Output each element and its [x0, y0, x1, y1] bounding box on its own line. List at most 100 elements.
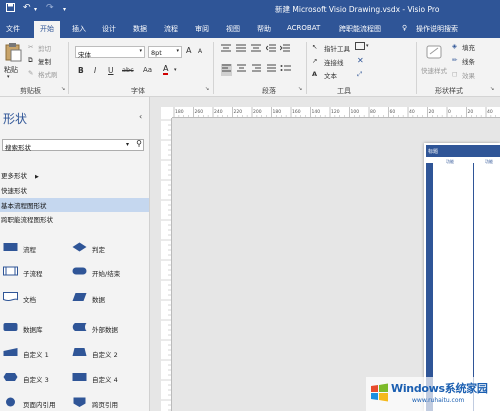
basic-flowchart-item[interactable]: 基本流程图形状: [0, 198, 149, 212]
drawing-page[interactable]: 标题 功能 功能: [424, 143, 500, 411]
undo-dropdown-icon[interactable]: ▾: [34, 6, 37, 13]
pointer-tool-icon[interactable]: ↖: [312, 43, 317, 51]
paste-dropdown-icon[interactable]: ▾: [7, 74, 10, 80]
data-icon: [72, 293, 87, 301]
rectangle-tool-icon[interactable]: [355, 42, 365, 52]
tab-design[interactable]: 设计: [102, 24, 116, 34]
database-shape[interactable]: 数据库: [3, 322, 63, 334]
justify-icon[interactable]: [266, 64, 277, 76]
shape-tool-dropdown-icon[interactable]: ▾: [366, 43, 369, 49]
redo-icon[interactable]: ↷: [46, 3, 54, 13]
fill-button[interactable]: 填充: [462, 42, 475, 52]
diagram-title[interactable]: 标题: [426, 145, 500, 157]
cut-icon[interactable]: ✂: [28, 43, 33, 51]
quick-shapes-item[interactable]: 快速形状: [1, 185, 27, 195]
format-painter-icon[interactable]: ✎: [28, 69, 33, 77]
align-left-icon[interactable]: [221, 64, 232, 76]
shrink-font-button[interactable]: A: [198, 48, 202, 55]
change-case-button[interactable]: Aa: [143, 66, 152, 74]
tab-insert[interactable]: 插入: [72, 24, 86, 34]
copy-button[interactable]: 复制: [38, 56, 51, 66]
font-color-dropdown-icon[interactable]: ▾: [174, 67, 177, 73]
customize-quick-access-icon[interactable]: ▾: [63, 6, 66, 13]
start-end-shape[interactable]: 开始/结束: [72, 266, 132, 278]
save-icon[interactable]: [6, 3, 15, 15]
align-right-icon[interactable]: [251, 64, 262, 76]
tab-data[interactable]: 数据: [133, 24, 147, 34]
paste-icon[interactable]: [4, 42, 22, 64]
tab-cross-functional[interactable]: 跨职能流程图: [339, 24, 381, 34]
font-launcher-icon[interactable]: ↘: [205, 86, 209, 92]
format-painter-button[interactable]: 格式刷: [38, 69, 58, 79]
align-center-icon[interactable]: [236, 64, 247, 76]
position-icon[interactable]: ⤢: [357, 70, 362, 79]
custom-3-shape[interactable]: 自定义 3: [3, 372, 63, 384]
fill-icon[interactable]: ◈: [452, 42, 457, 50]
clipboard-launcher-icon[interactable]: ↘: [61, 86, 65, 92]
custom-4-shape[interactable]: 自定义 4: [72, 372, 132, 384]
lane-header[interactable]: 功能: [446, 159, 454, 165]
collapse-panel-icon[interactable]: ‹: [139, 112, 142, 121]
effects-icon[interactable]: ◻: [452, 70, 457, 78]
font-group-label: 字体: [131, 87, 145, 95]
title-bar: ↶ ▾ ↷ ▾ 新建 Microsoft Visio Drawing.vsdx …: [0, 0, 500, 19]
decision-shape[interactable]: 判定: [72, 242, 132, 254]
pointer-tool-button[interactable]: 指针工具: [324, 43, 350, 53]
watermark-text: Windows系统家园: [391, 382, 488, 395]
increase-indent-icon[interactable]: [279, 44, 290, 55]
text-tool-icon[interactable]: A: [312, 70, 317, 78]
custom-3-icon: [3, 373, 18, 381]
tab-file[interactable]: 文件: [6, 24, 20, 34]
underline-button[interactable]: U: [108, 66, 114, 75]
connector-button[interactable]: 连接线: [324, 57, 344, 67]
quick-styles-icon[interactable]: [425, 42, 443, 64]
cut-button[interactable]: 剪切: [38, 43, 51, 53]
external-data-shape[interactable]: 外部数据: [72, 322, 132, 334]
custom-2-shape[interactable]: 自定义 2: [72, 347, 132, 359]
vertical-ruler: [161, 118, 172, 411]
connector-icon[interactable]: ↗: [312, 57, 317, 65]
on-page-reference-shape[interactable]: 页面内引用: [3, 397, 68, 409]
data-shape[interactable]: 数据: [72, 292, 132, 304]
tab-home[interactable]: 开始: [34, 21, 60, 38]
font-size-select[interactable]: 8pt ▾: [148, 46, 182, 58]
lane-header[interactable]: 功能: [485, 159, 493, 165]
text-tool-button[interactable]: 文本: [324, 70, 337, 80]
font-name-select[interactable]: 宋体 ▾: [75, 46, 145, 59]
bold-button[interactable]: B: [78, 66, 84, 75]
subprocess-shape[interactable]: 子流程: [3, 266, 63, 278]
italic-button[interactable]: I: [94, 66, 96, 75]
tab-process[interactable]: 流程: [164, 24, 178, 34]
swimlane-divider: [432, 163, 433, 411]
document-shape[interactable]: 文档: [3, 292, 63, 304]
grow-font-button[interactable]: A: [186, 46, 191, 55]
close-icon[interactable]: ✕: [357, 56, 364, 65]
font-color-button[interactable]: A: [163, 64, 169, 75]
shape-styles-launcher-icon[interactable]: ↘: [490, 86, 494, 92]
paragraph-launcher-icon[interactable]: ↘: [298, 86, 302, 92]
undo-icon[interactable]: ↶: [23, 3, 31, 13]
process-shape[interactable]: 流程: [3, 242, 63, 254]
effects-button[interactable]: 效果: [462, 70, 475, 80]
more-shapes-item[interactable]: 更多形状 ▶: [1, 170, 39, 180]
cross-functional-item[interactable]: 跨职能流程图形状: [1, 214, 53, 224]
tab-view[interactable]: 视图: [226, 24, 240, 34]
copy-icon[interactable]: ⧉: [28, 56, 33, 65]
tab-help[interactable]: 帮助: [257, 24, 271, 34]
tell-me-search[interactable]: 操作说明搜索: [416, 24, 458, 34]
strikethrough-button[interactable]: abc: [122, 66, 134, 74]
align-bottom-icon[interactable]: [251, 44, 261, 55]
quick-styles-button[interactable]: 快速样式: [421, 65, 447, 75]
line-button[interactable]: 线条: [462, 56, 475, 66]
align-middle-icon[interactable]: [236, 44, 246, 55]
off-page-reference-shape[interactable]: 跨页引用: [72, 397, 132, 409]
tab-acrobat[interactable]: ACROBAT: [287, 24, 320, 32]
ruler-tick-label: 120: [331, 109, 340, 115]
align-top-icon[interactable]: [221, 44, 231, 55]
custom-1-shape[interactable]: 自定义 1: [3, 347, 63, 359]
search-shapes-input[interactable]: 搜索形状 ▾ ⚲: [2, 139, 144, 152]
line-icon[interactable]: ✏: [452, 56, 457, 64]
tab-review[interactable]: 审阅: [195, 24, 209, 34]
bullets-icon[interactable]: [280, 64, 291, 76]
decrease-indent-icon[interactable]: [265, 44, 276, 55]
